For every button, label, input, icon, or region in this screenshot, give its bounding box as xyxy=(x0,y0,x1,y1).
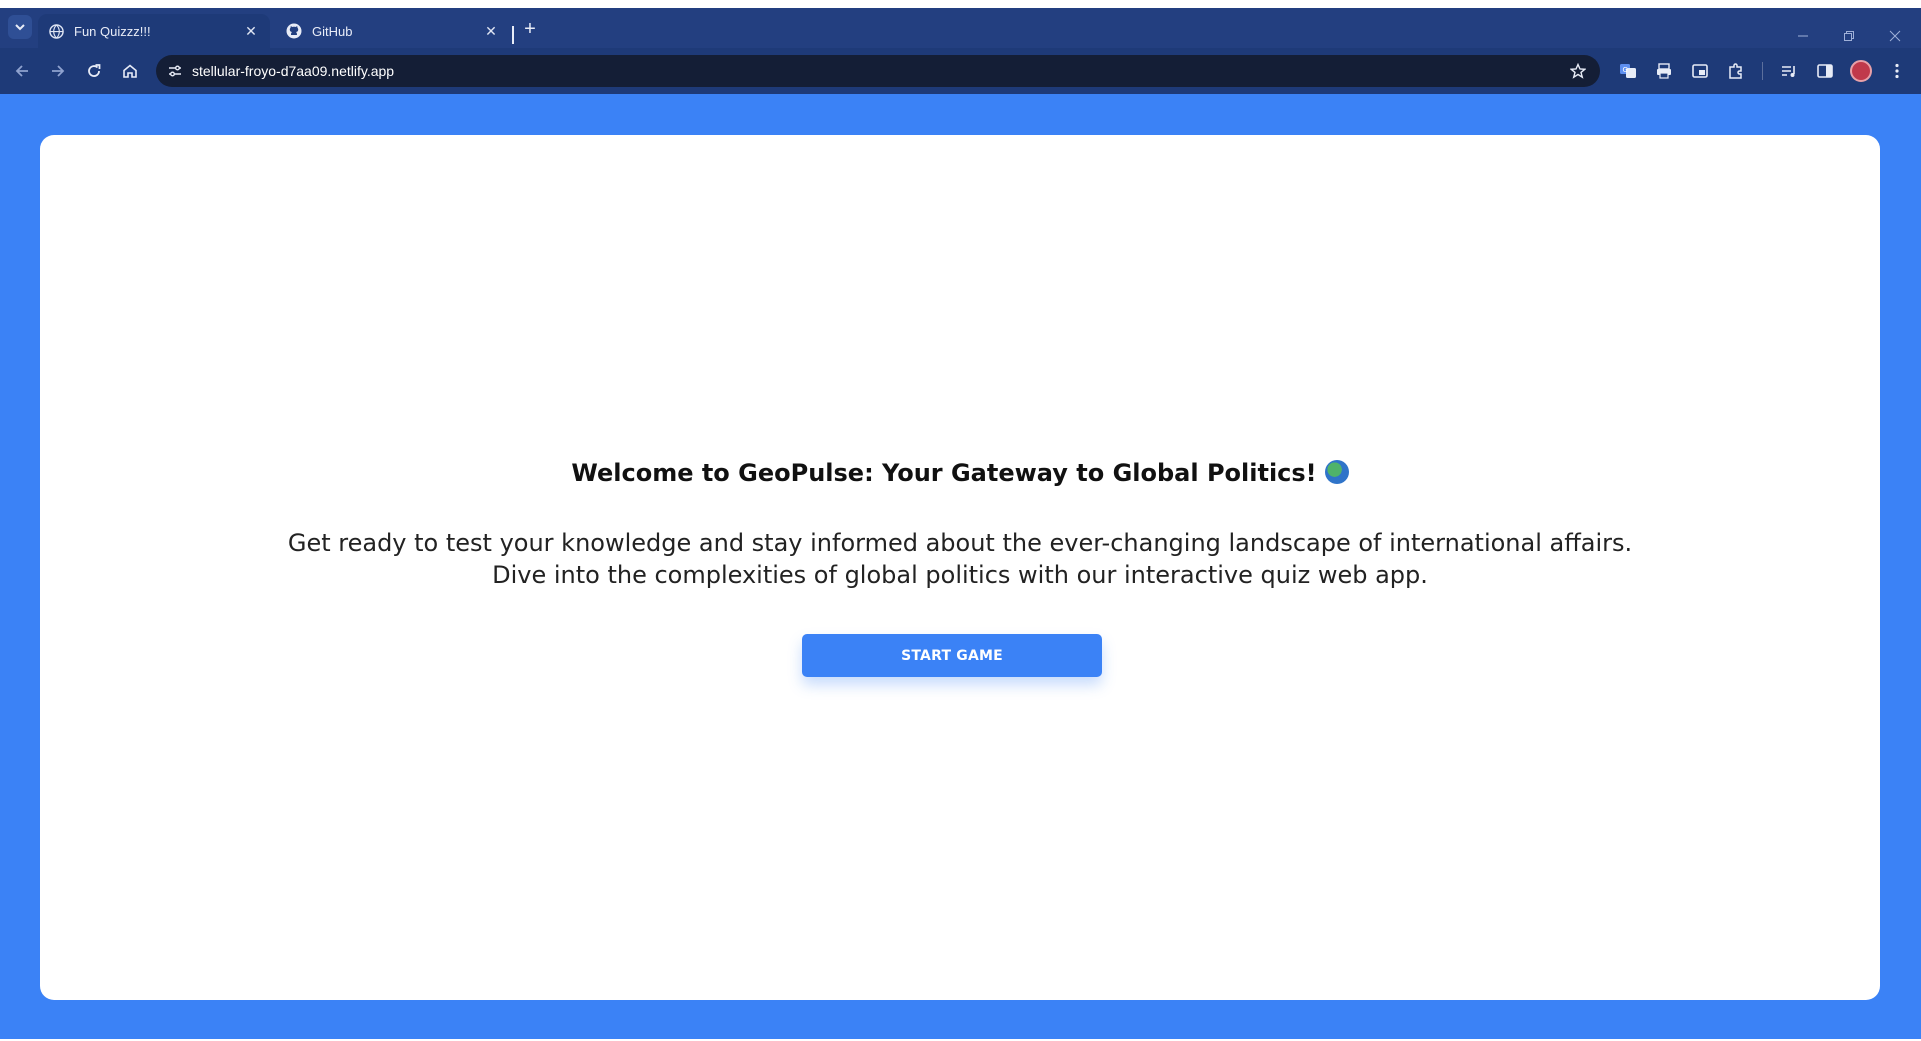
translate-extension-icon[interactable]: G xyxy=(1617,60,1639,82)
tab-github[interactable]: GitHub ✕ xyxy=(276,14,510,48)
page-viewport: Welcome to GeoPulse: Your Gateway to Glo… xyxy=(0,94,1921,1041)
browser-toolbar: stellular-froyo-d7aa09.netlify.app G xyxy=(0,48,1921,94)
svg-text:G: G xyxy=(1623,66,1628,74)
home-button[interactable] xyxy=(118,59,142,83)
close-icon xyxy=(1889,30,1901,42)
home-icon xyxy=(123,64,137,78)
welcome-card: Welcome to GeoPulse: Your Gateway to Glo… xyxy=(40,135,1880,1000)
profile-avatar[interactable] xyxy=(1850,60,1872,82)
arrow-right-icon xyxy=(52,65,65,77)
globe-icon xyxy=(48,23,64,39)
chevron-down-icon xyxy=(15,24,25,31)
globe-emoji-icon xyxy=(1324,460,1349,484)
bookmark-star-icon[interactable] xyxy=(1568,61,1588,81)
page-title: Welcome to GeoPulse: Your Gateway to Glo… xyxy=(40,459,1880,487)
restore-icon xyxy=(1844,31,1854,41)
toolbar-separator xyxy=(1762,62,1763,80)
forward-button[interactable] xyxy=(46,59,70,83)
new-tab-button[interactable]: + xyxy=(520,19,540,40)
start-game-button[interactable]: START GAME xyxy=(802,634,1102,677)
reload-icon xyxy=(88,64,101,77)
print-icon[interactable] xyxy=(1653,60,1675,82)
back-button[interactable] xyxy=(10,59,34,83)
address-bar[interactable]: stellular-froyo-d7aa09.netlify.app xyxy=(156,55,1600,87)
tab-title: Fun Quizzz!!! xyxy=(74,23,151,39)
arrow-left-icon xyxy=(15,65,28,77)
minimize-icon xyxy=(1798,35,1808,37)
extensions-puzzle-icon[interactable] xyxy=(1725,60,1747,82)
side-panel-icon[interactable] xyxy=(1814,60,1836,82)
tab-search-button[interactable] xyxy=(8,15,32,39)
close-tab-icon[interactable]: ✕ xyxy=(482,22,500,40)
media-controls-icon[interactable] xyxy=(1778,60,1800,82)
reload-button[interactable] xyxy=(82,59,106,83)
picture-in-picture-icon[interactable] xyxy=(1689,60,1711,82)
intro-text: Get ready to test your knowledge and sta… xyxy=(287,529,1633,589)
github-icon xyxy=(286,23,302,39)
tab-bar: Fun Quizzz!!! ✕ GitHub ✕ + xyxy=(0,8,1921,48)
site-info-icon[interactable] xyxy=(164,60,186,82)
window-top-strip xyxy=(0,0,1921,8)
tab-separator xyxy=(512,26,514,44)
close-tab-icon[interactable]: ✕ xyxy=(242,22,260,40)
browser-window: Fun Quizzz!!! ✕ GitHub ✕ + stellular-fro… xyxy=(0,0,1921,1041)
tab-fun-quizzz[interactable]: Fun Quizzz!!! ✕ xyxy=(38,14,270,48)
url-text: stellular-froyo-d7aa09.netlify.app xyxy=(192,63,395,79)
more-menu-icon[interactable] xyxy=(1886,60,1908,82)
tab-title: GitHub xyxy=(312,23,353,39)
page-title-text: Welcome to GeoPulse: Your Gateway to Glo… xyxy=(571,459,1317,487)
